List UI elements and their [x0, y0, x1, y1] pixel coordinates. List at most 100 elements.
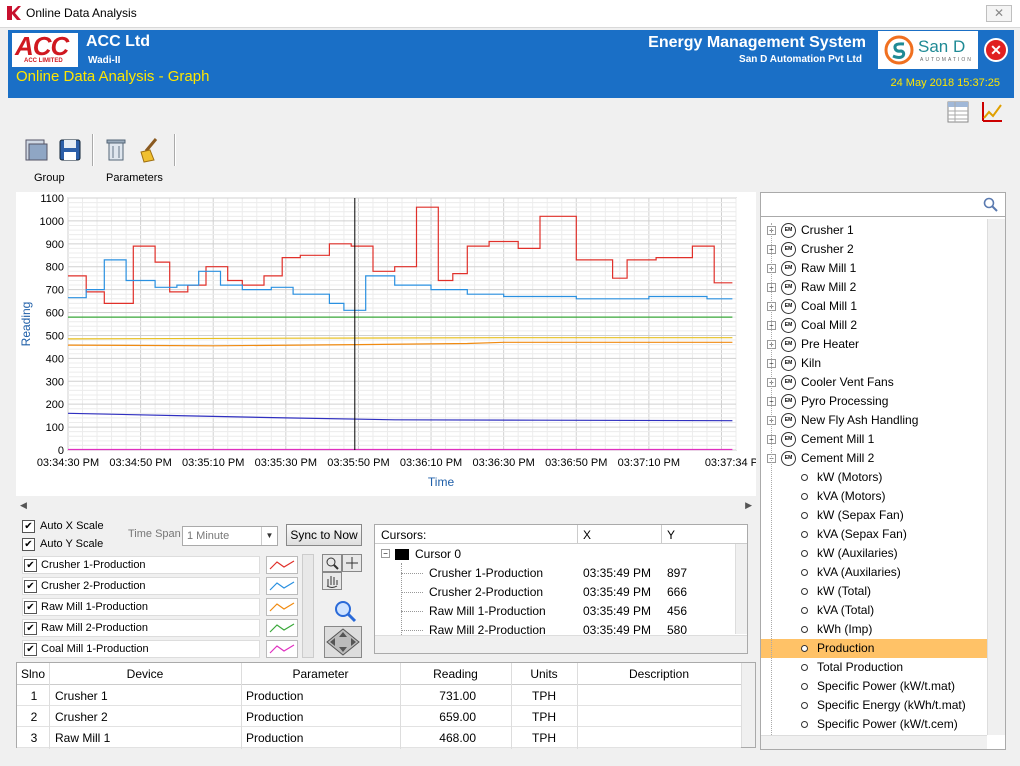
- tree-vscroll[interactable]: [987, 219, 1005, 735]
- column-header[interactable]: Slno: [17, 667, 49, 681]
- device-row[interactable]: ✔ Coal Mill 1-Production: [22, 640, 260, 658]
- tree-parameter-item[interactable]: kVA (Auxilaries): [761, 563, 987, 582]
- tree-group-item[interactable]: − EM Cement Mill 2: [761, 449, 987, 468]
- table-vscroll[interactable]: [741, 663, 755, 747]
- window-close-button[interactable]: ✕: [986, 5, 1012, 22]
- auto-y-checkbox[interactable]: ✔: [22, 538, 35, 551]
- tree-parameter-label: kWh (Imp): [817, 622, 873, 636]
- column-header[interactable]: Reading: [400, 667, 511, 681]
- series-color-swatch[interactable]: [266, 556, 298, 574]
- scroll-right-icon[interactable]: ▶: [745, 500, 752, 511]
- timespan-select[interactable]: 1 Minute ▼: [182, 526, 278, 546]
- series-color-swatch[interactable]: [266, 640, 298, 658]
- app-close-button[interactable]: ✕: [984, 38, 1008, 62]
- crosshair-icon[interactable]: [342, 554, 362, 572]
- tree-parameter-item[interactable]: kW (Sepax Fan): [761, 506, 987, 525]
- tree-group-item[interactable]: + EM Pyro Processing: [761, 392, 987, 411]
- tree-hscroll[interactable]: [761, 735, 987, 749]
- cursor-x-value: 03:35:49 PM: [583, 585, 652, 599]
- clear-broom-icon[interactable]: [136, 136, 164, 164]
- device-checkbox[interactable]: ✔: [24, 643, 37, 656]
- device-list-scrollbar[interactable]: [302, 554, 314, 658]
- scroll-left-icon[interactable]: ◀: [20, 500, 27, 511]
- series-color-swatch[interactable]: [266, 619, 298, 637]
- series-color-swatch[interactable]: [266, 577, 298, 595]
- tree-group-item[interactable]: + EM Pre Heater: [761, 335, 987, 354]
- tree-group-item[interactable]: + EM New Fly Ash Handling: [761, 411, 987, 430]
- table-row[interactable]: 3 Raw Mill 1 Production 468.00 TPH: [17, 727, 741, 748]
- chevron-down-icon[interactable]: ▼: [261, 527, 277, 545]
- save-group-icon[interactable]: [56, 136, 84, 164]
- tree-parameter-item[interactable]: Specific Power (kW/t.cem): [761, 715, 987, 734]
- search-icon[interactable]: [983, 197, 999, 213]
- tree-parameter-item[interactable]: kWh (Imp): [761, 620, 987, 639]
- tree-parameter-item[interactable]: Specific Power (kW/t.mat): [761, 677, 987, 696]
- tree-parameter-item[interactable]: kW (Auxilaries): [761, 544, 987, 563]
- cursors-vscroll[interactable]: [735, 544, 747, 634]
- pan-hand-icon[interactable]: [322, 572, 342, 590]
- table-view-icon[interactable]: [946, 100, 970, 124]
- auto-x-checkbox[interactable]: ✔: [22, 520, 35, 533]
- device-checkbox[interactable]: ✔: [24, 601, 37, 614]
- column-header[interactable]: Parameter: [241, 667, 400, 681]
- cursor-row[interactable]: Crusher 1-Production 03:35:49 PM 897: [375, 564, 735, 583]
- pan-navigator-icon[interactable]: [324, 626, 362, 658]
- table-row[interactable]: 1 Crusher 1 Production 731.00 TPH: [17, 685, 741, 706]
- tree-parameter-item[interactable]: Production: [761, 639, 987, 658]
- open-group-icon[interactable]: [22, 136, 50, 164]
- cursor-y-value: 456: [667, 604, 688, 618]
- tree-group-item[interactable]: + EM Cement Mill 1: [761, 430, 987, 449]
- tree-group-item[interactable]: + EM Crusher 1: [761, 221, 987, 240]
- tree-group-item[interactable]: + EM Crusher 2: [761, 240, 987, 259]
- tree-parameter-item[interactable]: kW (Total): [761, 582, 987, 601]
- tree-search[interactable]: [761, 193, 1005, 217]
- column-header[interactable]: Units: [511, 667, 577, 681]
- column-header[interactable]: Description: [577, 667, 741, 681]
- tree-group-item[interactable]: + EM Kiln: [761, 354, 987, 373]
- device-checkbox[interactable]: ✔: [24, 622, 37, 635]
- device-checkbox[interactable]: ✔: [24, 559, 37, 572]
- zoom-select-icon[interactable]: [322, 554, 342, 572]
- cursor-row[interactable]: Crusher 2-Production 03:35:49 PM 666: [375, 583, 735, 602]
- column-header[interactable]: Device: [49, 667, 241, 681]
- zoom-icon[interactable]: [332, 598, 358, 624]
- tree-search-input[interactable]: [763, 195, 975, 214]
- table-row[interactable]: 2 Crusher 2 Production 659.00 TPH: [17, 706, 741, 727]
- tree-parameter-item[interactable]: Specific Energy (kWh/t.mat): [761, 696, 987, 715]
- chart-hscroll[interactable]: ◀ ▶: [16, 499, 756, 514]
- tree-parameter-item[interactable]: kVA (Sepax Fan): [761, 525, 987, 544]
- tree-parameter-label: Production: [817, 641, 875, 655]
- tree-parameter-item[interactable]: kW (Motors): [761, 468, 987, 487]
- tree-group-item[interactable]: + EM Cooler Vent Fans: [761, 373, 987, 392]
- tree-parameter-item[interactable]: kVA (Total): [761, 601, 987, 620]
- collapse-icon[interactable]: −: [381, 549, 390, 558]
- cursor-node[interactable]: − Cursor 0: [375, 545, 735, 564]
- tree-parameter-item[interactable]: kVA (Motors): [761, 487, 987, 506]
- tree-group-item[interactable]: + EM Coal Mill 1: [761, 297, 987, 316]
- series-color-swatch[interactable]: [266, 598, 298, 616]
- cursor-row[interactable]: Raw Mill 1-Production 03:35:49 PM 456: [375, 602, 735, 621]
- tree-group-item[interactable]: + EM Raw Mill 1: [761, 259, 987, 278]
- chart-panel[interactable]: 0 100 200 300 400 500 600 700 800 900 1000 1100 03:3…: [16, 192, 767, 496]
- tree-group-item[interactable]: + EM Coal Mill 2: [761, 316, 987, 335]
- cursors-hscroll[interactable]: [375, 635, 747, 653]
- graph-view-icon[interactable]: [980, 100, 1004, 124]
- tree-parameter-item[interactable]: Total Production: [761, 658, 987, 677]
- device-label: Crusher 2-Production: [41, 580, 146, 592]
- sync-to-now-button[interactable]: Sync to Now: [286, 524, 362, 546]
- device-row[interactable]: ✔ Crusher 1-Production: [22, 556, 260, 574]
- tree-group-label: Coal Mill 1: [801, 299, 858, 313]
- delete-parameters-icon[interactable]: [102, 136, 130, 164]
- energy-meter-icon: EM: [781, 318, 796, 333]
- device-row[interactable]: ✔ Crusher 2-Production: [22, 577, 260, 595]
- device-row[interactable]: ✔ Raw Mill 2-Production: [22, 619, 260, 637]
- auto-x-label: Auto X Scale: [40, 520, 104, 532]
- device-row[interactable]: ✔ Raw Mill 1-Production: [22, 598, 260, 616]
- tree-parameter-label: kVA (Motors): [817, 489, 886, 503]
- device-checkbox[interactable]: ✔: [24, 580, 37, 593]
- line-chart[interactable]: 0 100 200 300 400 500 600 700 800 900 1000 1100 03:3…: [16, 192, 767, 496]
- parameter-bullet-icon: [801, 550, 808, 557]
- cursors-panel: Cursors: X Y − Cursor 0 Crusher 1-Produc…: [374, 524, 748, 654]
- tree-group-item[interactable]: + EM Raw Mill 2: [761, 278, 987, 297]
- cursor-series-name: Crusher 2-Production: [429, 585, 544, 599]
